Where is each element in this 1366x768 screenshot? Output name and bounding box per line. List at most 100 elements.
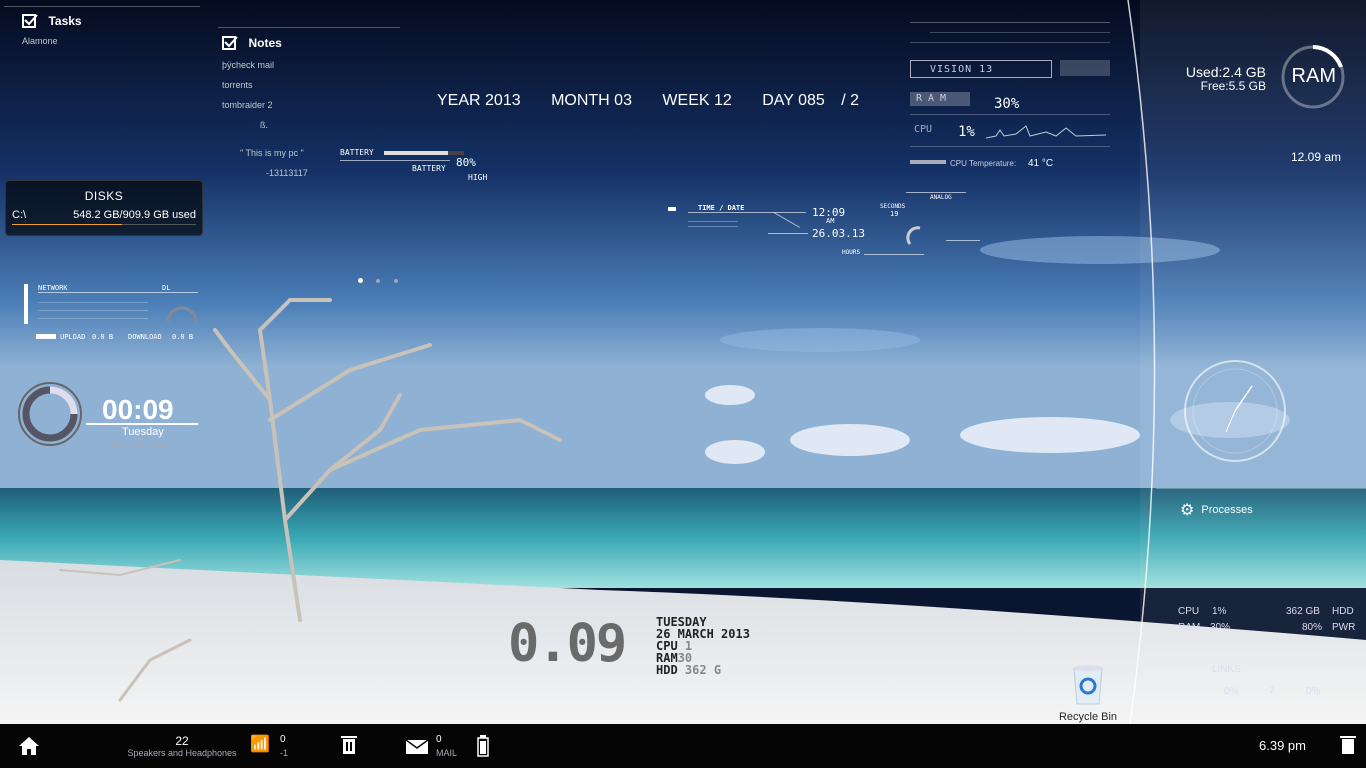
download-label: DOWNLOAD (128, 333, 162, 341)
recycle-bin-label: Recycle Bin (1058, 711, 1118, 723)
day-suffix: / 2 (841, 92, 860, 109)
clock-time: 00:09 (102, 394, 174, 425)
big-hdd-label: HDD (656, 663, 678, 677)
wifi-icon: 📶 (250, 736, 270, 753)
stat-net2-value: 0% (1306, 686, 1321, 697)
note-item[interactable]: torrents (222, 80, 402, 90)
ram-used: Used:2.4 GB (1185, 64, 1266, 80)
wifi-value: 0 (280, 734, 286, 745)
big-clock-widget: 0.09 TUESDAY 26 MARCH 2013 CPU 1 RAM30 H… (508, 614, 788, 684)
wifi-sub: -1 (280, 748, 289, 758)
mail-icon[interactable] (406, 740, 428, 754)
wifi-widget[interactable]: 📶 0 -1 (250, 734, 288, 758)
vision-ram-label: RAM (916, 93, 953, 104)
drive-letter[interactable]: C:\ (12, 209, 26, 221)
trash-bin-icon (1073, 665, 1103, 705)
notes-title: Notes (248, 36, 282, 50)
trash-icon[interactable] (341, 735, 357, 755)
network-dl-label: DL (162, 284, 171, 292)
clock-ring-icon (18, 382, 82, 446)
battery-percent: 80% (456, 156, 476, 169)
year-label: YEAR 2013 (437, 92, 521, 109)
battery-label: BATTERY (340, 148, 374, 157)
task-item[interactable]: Alamone (22, 36, 202, 46)
processes-button[interactable]: ⚙ Processes (1180, 500, 1253, 520)
checkbox-icon[interactable] (222, 35, 238, 50)
recycle-bin-icon[interactable]: Recycle Bin (1056, 662, 1120, 723)
clock-day: Tuesday (122, 426, 164, 438)
checkbox-icon[interactable] (22, 13, 38, 28)
seconds-arc-icon (906, 226, 921, 245)
processes-label: Processes (1201, 504, 1253, 516)
ram-widget: Used:2.4 GB Free:5.5 GB RAM (1180, 44, 1350, 114)
cpu-temp-value: 41 °C (1028, 158, 1054, 169)
disks-widget: DISKS C:\ 548.2 GB/909.9 GB used (5, 180, 203, 236)
taskbar-time: 6.39 pm (1259, 738, 1306, 753)
analog-label: ANALOG (930, 194, 952, 201)
stat-net-mid: 2 (1270, 686, 1275, 695)
analog-clock-icon (1184, 360, 1286, 462)
battery-icon[interactable] (477, 735, 489, 757)
clock-date: March 26, 2013 (111, 441, 167, 450)
seconds-value: 19 (890, 210, 899, 218)
drive-usage: 548.2 GB/909.9 GB used (73, 209, 196, 221)
battery-state: HIGH (468, 173, 488, 182)
mail-count: 0 (436, 734, 442, 745)
timedate-title: TIME / DATE (698, 204, 745, 212)
big-hdd-value: 362 G (684, 663, 722, 677)
page-dot[interactable] (376, 279, 381, 283)
tasks-title: Tasks (48, 14, 82, 28)
big-clock-time: 0.09 (508, 614, 627, 674)
system-stats: CPU 1% 362 GB HDD RAM 30% 80% PWR LINKS … (1176, 606, 1366, 697)
week-label: WEEK 12 (662, 92, 732, 109)
vision-cpu-percent: 1% (958, 124, 975, 140)
stat-links-label: LINKS (1212, 664, 1241, 675)
page-dot[interactable] (393, 279, 398, 283)
stat-pwr-label: PWR (1332, 622, 1356, 633)
right-clock: 12.09 am (1291, 150, 1342, 164)
circle-clock-widget: 00:09 Tuesday March 26, 2013 (16, 380, 206, 450)
disks-title: DISKS (84, 189, 124, 203)
trash-icon[interactable] (1340, 735, 1356, 755)
tasks-widget: Tasks Alamone (4, 6, 202, 46)
stat-cpu-label: CPU (1178, 606, 1200, 617)
vision-ram-percent: 30% (994, 96, 1020, 112)
timedate-ampm: AM (826, 217, 835, 225)
battery-sublabel: BATTERY (412, 164, 446, 173)
battery-widget: BATTERY 80% BATTERY HIGH (340, 148, 500, 184)
stat-ram-label: RAM (1178, 622, 1201, 633)
stat-hdd-value: 362 GB (1286, 606, 1320, 617)
ram-label: RAM (1291, 65, 1336, 87)
gear-icon: ⚙ (1180, 502, 1195, 519)
stat-net1-value: 0% (1224, 686, 1239, 697)
cpu-temp-label: CPU Temperature: (950, 159, 1017, 168)
note-item[interactable]: tombraider 2 (222, 100, 402, 110)
network-gauge-icon (166, 306, 198, 323)
day-label: DAY 085 (762, 92, 825, 109)
month-label: MONTH 03 (551, 92, 632, 109)
home-icon[interactable] (18, 736, 40, 756)
ram-free: Free:5.5 GB (1200, 79, 1266, 93)
upload-label: UPLOAD (60, 333, 86, 341)
disk-usage-bar (12, 224, 196, 225)
stat-pwr-value: 80% (1302, 622, 1323, 633)
cpu-graph-icon (986, 125, 1106, 139)
vision-title: VISION 13 (930, 64, 994, 75)
audio-device-label: Speakers and Headphones (127, 748, 237, 758)
download-value: 0.0 B (172, 333, 194, 341)
time-date-hud: TIME / DATE 12:09 AM 26.03.13 SECONDS 19… (668, 190, 980, 260)
upload-value: 0.0 B (92, 333, 114, 341)
volume-control[interactable]: 22 Speakers and Headphones (120, 734, 244, 758)
page-indicator[interactable] (358, 270, 398, 288)
volume-value: 22 (175, 734, 189, 748)
taskbar: 22 Speakers and Headphones 📶 0 -1 0 MAIL… (0, 724, 1366, 768)
stat-hdd-label: HDD (1332, 606, 1354, 617)
note-item[interactable]: þÿcheck mail (222, 60, 402, 70)
timedate-date: 26.03.13 (812, 227, 865, 240)
note-item[interactable]: ß. (222, 120, 402, 130)
vision-hud: VISION 13 RAM 30% CPU 1% CPU Temperature… (910, 18, 1120, 169)
page-dot[interactable] (358, 278, 363, 283)
calendar-strip: YEAR 2013 MONTH 03 WEEK 12 DAY 085 / 2 (437, 92, 859, 110)
mail-label: MAIL (436, 748, 458, 758)
vision-cpu-label: CPU (914, 124, 933, 135)
